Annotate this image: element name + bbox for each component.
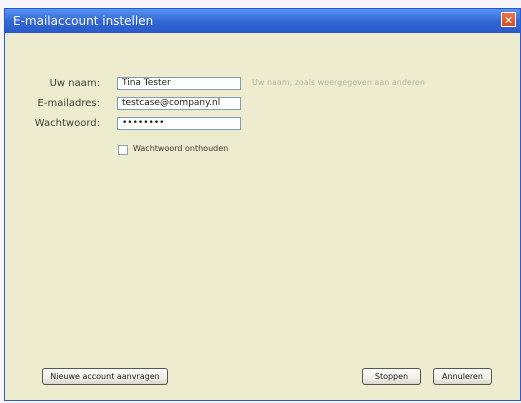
window-title: E-mailaccount instellen — [13, 14, 154, 28]
close-icon: ✕ — [503, 14, 514, 27]
name-label: Uw naam: — [49, 78, 100, 89]
page: E-mailaccount instellen ✕ Uw naam: Tina … — [0, 0, 521, 403]
new-account-button[interactable]: Nieuwe account aanvragen — [42, 368, 168, 385]
password-label: Wachtwoord: — [34, 118, 100, 129]
name-hint: Uw naam, zoals weergegeven aan anderen — [252, 78, 425, 87]
account-setup-window: E-mailaccount instellen ✕ Uw naam: Tina … — [4, 8, 521, 401]
remember-password-label: Wachtwoord onthouden — [133, 144, 229, 153]
remember-password-checkbox[interactable] — [118, 145, 128, 155]
window-titlebar: E-mailaccount instellen ✕ — [5, 9, 520, 33]
email-field[interactable]: testcase@company.nl — [117, 97, 241, 110]
password-field[interactable]: •••••••• — [117, 117, 241, 130]
stop-button[interactable]: Stoppen — [362, 368, 421, 385]
cancel-button[interactable]: Annuleren — [433, 368, 492, 385]
close-button[interactable]: ✕ — [501, 12, 516, 27]
name-field[interactable]: Tina Tester — [117, 77, 241, 90]
email-label: E-mailadres: — [37, 98, 100, 109]
account-form: Uw naam: Tina Tester Uw naam, zoals weer… — [5, 33, 520, 400]
